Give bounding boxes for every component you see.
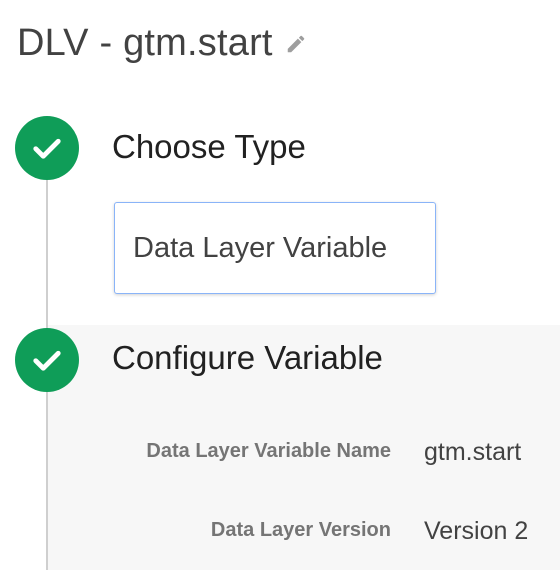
field-label-variable-name: Data Layer Variable Name: [146, 440, 391, 462]
field-value-variable-name: gtm.start: [424, 438, 522, 466]
step-title-choose-type[interactable]: Choose Type: [112, 128, 306, 166]
title-row: DLV - gtm.start: [17, 22, 307, 65]
step-complete-check-icon: [15, 116, 79, 180]
field-value-version: Version 2: [424, 517, 529, 545]
pencil-icon[interactable]: [285, 33, 307, 55]
variable-type-card[interactable]: Data Layer Variable: [114, 202, 436, 294]
step-complete-check-icon: [15, 328, 79, 392]
field-label-version: Data Layer Version: [210, 519, 391, 541]
step-title-configure-variable[interactable]: Configure Variable: [112, 339, 383, 377]
page-title: DLV - gtm.start: [17, 22, 273, 64]
variable-type-label: Data Layer Variable: [133, 231, 388, 264]
